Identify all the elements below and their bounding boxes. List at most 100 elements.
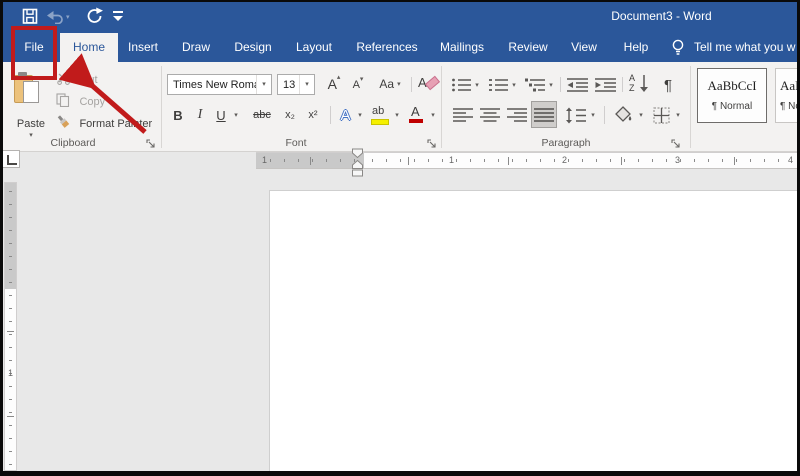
font-size-combobox[interactable]: 13 ▾ [277, 74, 315, 95]
multilevel-list-dropdown-icon[interactable]: ▾ [546, 76, 556, 94]
font-dialog-launcher-icon[interactable] [427, 139, 437, 149]
group-divider [441, 66, 442, 148]
italic-button[interactable]: I [192, 103, 208, 127]
show-formatting-marks-button[interactable]: ¶ [658, 74, 678, 96]
text-effects-dropdown-icon[interactable]: ▾ [355, 103, 365, 127]
ruler-number: 1 [8, 368, 14, 378]
align-right-button[interactable] [506, 104, 528, 126]
horizontal-ruler[interactable]: 1 1 2 3 4 [256, 152, 798, 169]
group-divider [161, 66, 162, 148]
ruler-number: 4 [788, 155, 794, 165]
shading-dropdown-icon[interactable]: ▾ [636, 104, 646, 126]
numbered-list-button[interactable] [487, 76, 509, 94]
numbered-list-dropdown-icon[interactable]: ▾ [509, 76, 519, 94]
align-left-button[interactable] [452, 104, 474, 126]
underline-button[interactable]: U [212, 103, 230, 127]
paragraph-dialog-launcher-icon[interactable] [671, 139, 681, 149]
shading-button[interactable] [612, 104, 636, 126]
tab-review[interactable]: Review [508, 33, 547, 62]
eraser-icon [424, 75, 441, 91]
ruler-number: 1 [449, 155, 455, 165]
save-icon[interactable] [22, 8, 38, 25]
tell-me-box[interactable]: Tell me what you w [694, 33, 797, 62]
tab-view[interactable]: View [571, 33, 597, 62]
decrease-indent-button[interactable] [566, 76, 590, 94]
align-center-button[interactable] [479, 104, 501, 126]
change-case-button[interactable]: Aa ▾ [374, 74, 406, 94]
text-effects-button[interactable]: A [337, 103, 354, 127]
shrink-font-button[interactable]: A ▾ [347, 76, 369, 94]
highlight-dropdown-icon[interactable]: ▾ [392, 103, 402, 127]
strikethrough-button[interactable]: abc [248, 103, 276, 127]
multilevel-list-button[interactable] [524, 76, 546, 94]
ruler-tick [7, 416, 14, 417]
font-group-label: Font [285, 137, 307, 149]
tab-mailings[interactable]: Mailings [440, 33, 484, 62]
bullet-list-button[interactable] [450, 76, 472, 94]
paragraph-group-label: Paragraph [541, 137, 591, 149]
sort-arrow-icon [640, 75, 648, 92]
hanging-indent-marker [352, 159, 363, 169]
style-normal[interactable]: AaBbCcI ¶ Normal [697, 68, 767, 123]
word-window: ▾ Document3 - Word File Home Insert Draw… [0, 0, 800, 476]
tab-help[interactable]: Help [624, 33, 649, 62]
lightbulb-icon[interactable] [671, 39, 685, 56]
ruler-tick [408, 157, 409, 165]
annotation-arrow [58, 53, 147, 134]
left-indent-marker [352, 169, 363, 177]
text-highlight-button[interactable]: ab [370, 105, 390, 125]
font-color-button[interactable]: A [408, 104, 426, 126]
tab-design[interactable]: Design [234, 33, 271, 62]
ruler-ticks [9, 191, 12, 283]
tab-stop-selector[interactable] [2, 150, 20, 168]
ruler-number: 3 [675, 155, 681, 165]
divider [622, 77, 623, 92]
increase-indent-button[interactable] [594, 76, 618, 94]
tab-references[interactable]: References [356, 33, 417, 62]
style-name-text: ¶ Normal [711, 101, 753, 112]
bullet-list-dropdown-icon[interactable]: ▾ [472, 76, 482, 94]
window-edge [0, 471, 800, 476]
superscript-button[interactable]: x² [303, 103, 323, 127]
ruler-tick [7, 331, 14, 332]
ruler-number: 2 [562, 155, 568, 165]
sort-button[interactable]: A Z [628, 74, 652, 96]
divider [330, 106, 331, 124]
subscript-button[interactable]: x₂ [280, 103, 300, 127]
font-size-dropdown-icon[interactable]: ▾ [305, 81, 309, 88]
window-title: Document3 - Word [611, 9, 712, 23]
group-divider [690, 66, 691, 148]
highlight-color-bar [371, 119, 389, 125]
justify-button-selected[interactable] [531, 101, 557, 128]
redo-icon[interactable] [86, 7, 104, 25]
ruler-ticks [270, 159, 358, 162]
document-page[interactable] [269, 190, 798, 471]
undo-icon[interactable] [47, 10, 64, 24]
ruler-ticks [372, 159, 792, 162]
line-spacing-dropdown-icon[interactable]: ▾ [588, 104, 598, 126]
indent-markers[interactable] [351, 148, 364, 177]
customize-quick-access-icon[interactable] [113, 11, 124, 23]
bold-button[interactable]: B [168, 103, 188, 127]
grow-font-button[interactable]: A ▴ [323, 74, 345, 94]
tab-layout[interactable]: Layout [296, 33, 332, 62]
font-name-dropdown-icon[interactable]: ▾ [262, 81, 266, 88]
divider [560, 77, 561, 92]
line-spacing-button[interactable] [564, 104, 588, 126]
borders-button[interactable] [650, 104, 672, 126]
undo-dropdown-icon[interactable]: ▾ [66, 14, 70, 21]
ruler-tick [508, 157, 509, 165]
divider [411, 77, 412, 92]
font-color-dropdown-icon[interactable]: ▾ [428, 103, 438, 127]
underline-dropdown-icon[interactable]: ▾ [231, 103, 241, 127]
clear-formatting-button[interactable]: A [418, 74, 441, 94]
window-edge [0, 0, 800, 2]
ruler-tick [621, 157, 622, 165]
divider [604, 106, 605, 124]
font-name-combobox[interactable]: Times New Roma ▾ [167, 74, 272, 95]
tab-draw[interactable]: Draw [182, 33, 210, 62]
left-tab-icon [7, 155, 17, 165]
vertical-ruler[interactable]: 1 [4, 182, 17, 471]
ruler-number: 1 [262, 155, 268, 165]
borders-dropdown-icon[interactable]: ▾ [673, 104, 683, 126]
